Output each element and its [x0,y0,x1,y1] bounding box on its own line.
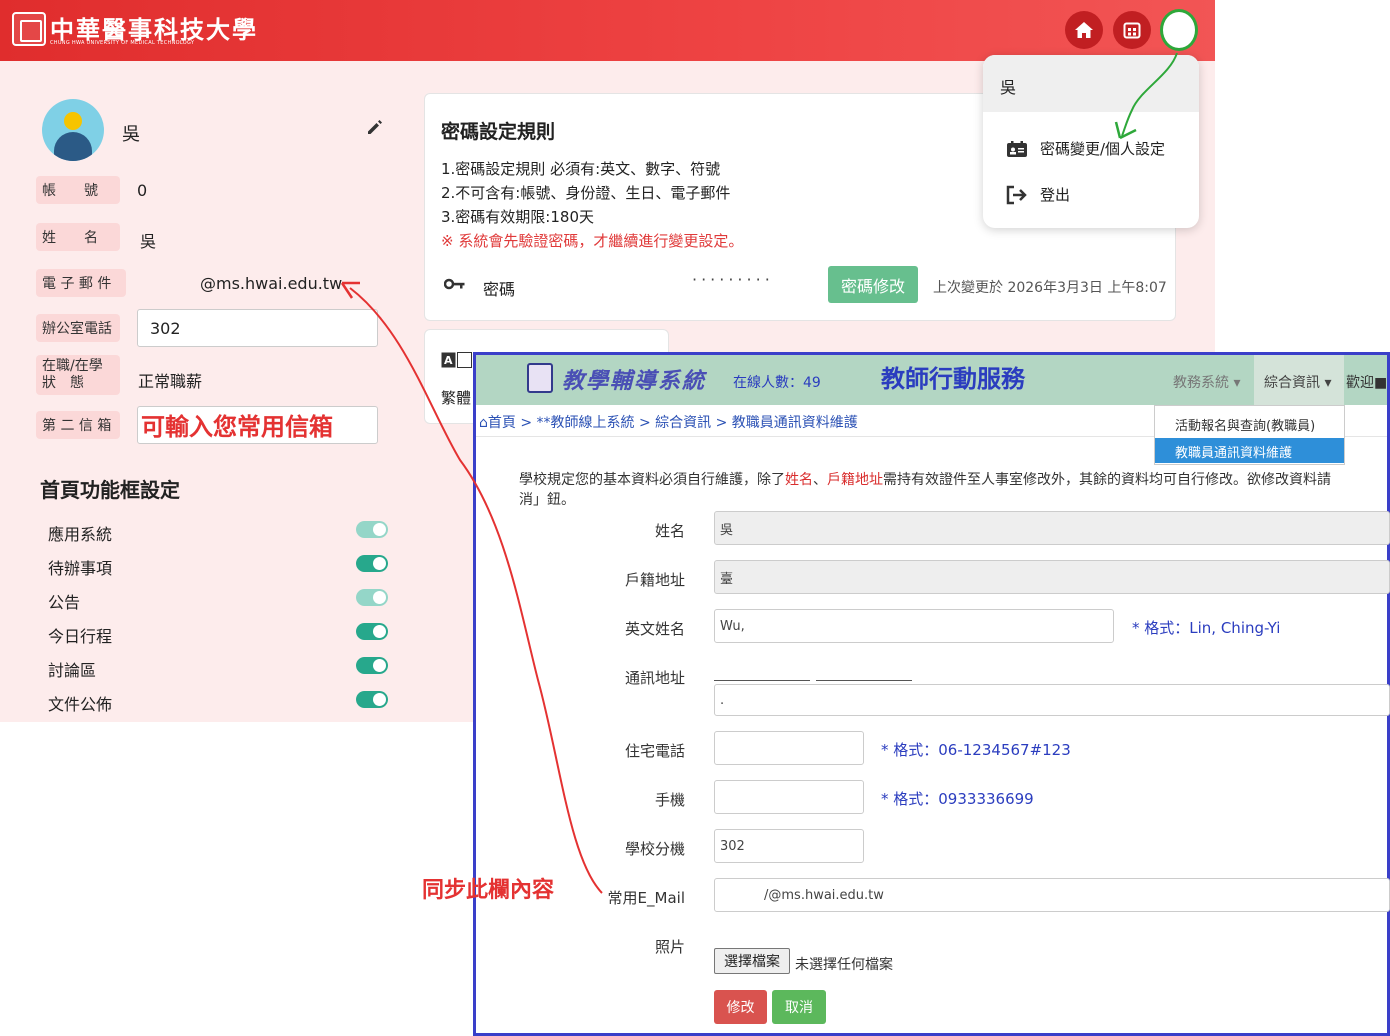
menu-item-logout[interactable]: 登出 [1006,184,1070,205]
english-name-format-hint: * 格式：Lin, Ching-Yi [1132,619,1281,637]
maintenance-notice: 學校規定您的基本資料必須自行維護，除了姓名、戶籍地址需持有效證件至人事室修改外，… [519,472,1331,508]
form-home-phone-input[interactable] [714,731,864,765]
office-phone-label: 辦公室電話 [36,314,120,342]
employment-status-value: 正常職薪 [138,372,203,391]
submenu-staff-contact[interactable]: 教職員通訊資料維護 [1175,442,1292,461]
nav-academic-system[interactable]: 教務系統 ▾ [1173,372,1240,392]
account-value: 0 [137,181,148,200]
form-mobile-input[interactable] [714,780,864,814]
dropdown-username: 吳 [1000,78,1017,97]
id-card-icon [1007,140,1027,157]
svg-text:A: A [444,354,453,367]
name-value: 吳 [140,232,157,251]
form-home-phone-label: 住宅電話 [624,742,685,760]
password-rules-title: 密碼設定規則 [441,121,556,143]
form-registered-address-input: 臺 [714,560,1390,594]
toggle-apps[interactable] [356,521,388,538]
logout-icon [1006,185,1027,204]
office-phone-input[interactable]: 302 [137,309,378,347]
nav-general-info[interactable]: 綜合資訊 ▾ [1264,372,1331,392]
toggle-label-apps: 應用系統 [48,525,113,544]
home-phone-format-hint: * 格式：06-1234567#123 [881,741,1071,759]
toggle-label-documents: 文件公佈 [48,695,113,714]
submenu-activity-registration[interactable]: 活動報名與查詢(教職員) [1175,415,1315,434]
form-name-input: 吳 [714,511,1390,545]
profile-name: 吳 [122,124,140,145]
address-underline-2 [816,680,912,681]
name-label: 姓 名 [36,223,120,251]
annotation-input-email-hint: 可輸入您常用信箱 [141,413,333,441]
toggle-label-announcements: 公告 [48,593,81,612]
no-file-chosen-text: 未選擇任何檔案 [795,957,893,973]
breadcrumb[interactable]: ⌂首頁 > **教師線上系統 > 綜合資訊 > 教職員通訊資料維護 [479,412,858,432]
change-password-button[interactable]: 密碼修改 [828,266,918,303]
choose-file-button[interactable]: 選擇檔案 [714,948,790,974]
password-rule-3: 3.密碼有效期限:180天 [441,208,594,226]
online-count: 在線人數：49 [733,375,821,391]
portal-title: 教師行動服務 [881,365,1025,393]
annotation-sync-hint: 同步此欄內容 [422,878,555,903]
form-extension-input[interactable]: 302 [714,829,864,863]
password-rule-1: 1.密碼設定規則 必須有:英文、數字、符號 [441,160,721,178]
employment-status-label: 在職/在學狀 態 [36,355,120,395]
toggle-label-todo: 待辦事項 [48,559,113,578]
edit-pencil-icon[interactable] [366,118,384,140]
school-seal-icon [12,12,46,46]
email-value: @ms.hwai.edu.tw [200,274,343,293]
menu-item-password-settings-label: 密碼變更/個人設定 [1040,140,1166,158]
password-label: 密碼 [483,280,516,299]
home-icon [1075,22,1093,38]
home-button[interactable] [1065,11,1103,49]
password-rule-note: ※ 系統會先驗證密碼，才繼續進行變更設定。 [441,232,744,250]
form-english-name-input[interactable]: Wu, [714,609,1114,643]
toggle-todo[interactable] [356,555,388,572]
form-photo-label: 照片 [654,938,685,956]
account-label: 帳 號 [36,176,120,204]
form-mobile-label: 手機 [654,791,685,809]
menu-item-password-settings[interactable]: 密碼變更/個人設定 [1006,138,1165,159]
translate-icon: A [441,352,472,368]
address-underline-1 [714,680,810,681]
portal-logo[interactable]: 教學輔導系統 [562,363,706,395]
form-registered-address-label: 戶籍地址 [624,571,685,589]
screenshot-root: 中華醫事科技大學 CHUNG HWA UNIVERSITY OF MEDICAL… [0,0,1390,1036]
toggle-announcements[interactable] [356,589,388,606]
toggle-label-schedule: 今日行程 [48,627,113,646]
toggle-documents[interactable] [356,691,388,708]
email-label: 電 子 郵 件 [36,269,126,297]
key-icon [443,276,466,295]
form-extension-label: 學校分機 [624,840,685,858]
home-icon: ⌂ [479,415,488,431]
mobile-format-hint: * 格式：0933336699 [881,790,1034,808]
toggle-forum[interactable] [356,657,388,674]
edit-button[interactable]: 修改 [714,990,767,1024]
language-value[interactable]: 繁體 [441,387,471,408]
calendar-icon [1123,22,1141,39]
portal-seal-icon [527,363,553,393]
toggle-label-forum: 討論區 [48,661,97,680]
homepage-settings-title: 首頁功能框設定 [40,478,180,502]
password-masked-value: ········· [692,270,774,289]
school-logo-subtitle: CHUNG HWA UNIVERSITY OF MEDICAL TECHNOLO… [50,40,195,46]
form-name-label: 姓名 [654,522,685,540]
user-icon: ■ [1374,375,1388,391]
welcome-text: 歡迎■ [1346,375,1388,391]
toggle-schedule[interactable] [356,623,388,640]
menu-item-logout-label: 登出 [1040,186,1071,204]
profile-avatar [42,99,104,161]
cancel-button[interactable]: 取消 [772,990,826,1024]
form-english-name-label: 英文姓名 [624,620,685,638]
form-mailing-address-label: 通訊地址 [624,669,685,687]
password-rule-2: 2.不可含有:帳號、身份證、生日、電子郵件 [441,184,731,202]
form-email-input[interactable]: /@ms.hwai.edu.tw [714,878,1390,912]
password-last-changed: 上次變更於 2026年3月3日 上午8:07 [933,280,1167,296]
user-avatar-button[interactable] [1160,9,1198,51]
form-email-label: 常用E_Mail [607,889,685,907]
form-mailing-address-input[interactable]: . [714,684,1390,716]
calendar-button[interactable] [1113,11,1151,49]
second-email-label: 第 二 信 箱 [36,411,120,439]
